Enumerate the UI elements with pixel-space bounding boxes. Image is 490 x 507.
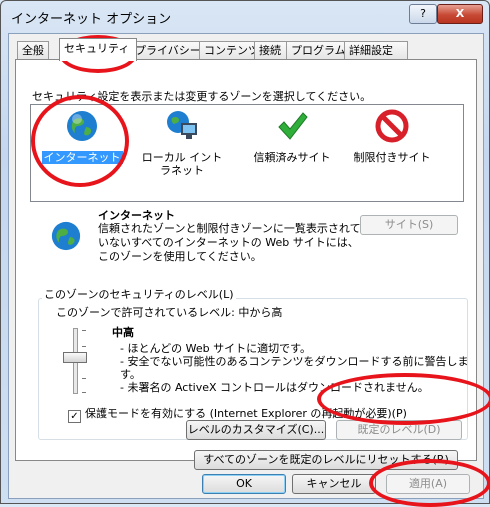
help-button[interactable]: ? (409, 4, 437, 24)
close-button[interactable]: X (437, 4, 483, 24)
default-level-button[interactable]: 既定のレベル(D) (336, 420, 462, 440)
level-desc-line: - 未署名の ActiveX コントロールはダウンロードされません。 (120, 381, 429, 394)
zone-trusted-sites-label: 信頼済みサイト (253, 151, 331, 164)
slider-tick (82, 392, 86, 393)
zone-heading: セキュリティ設定を表示または変更するゾーンを選択してください。 (32, 90, 372, 103)
checkmark-icon (278, 112, 308, 140)
security-level-slider-thumb[interactable] (63, 352, 87, 363)
selected-zone-globe-icon (51, 221, 81, 251)
cancel-button[interactable]: キャンセル (292, 474, 376, 494)
sites-button[interactable]: サイト(S) (360, 215, 458, 235)
tab-privacy[interactable]: プライバシー (130, 41, 208, 60)
slider-tick (82, 378, 86, 379)
security-level-group-label: このゾーンのセキュリティのレベル(L) (42, 286, 236, 302)
level-desc-line: - 安全でない可能性のあるコンテンツをダウンロードする前に警告します。 (120, 355, 469, 381)
tab-advanced[interactable]: 詳細設定 (344, 41, 408, 60)
security-level-name: 中高 (112, 326, 134, 339)
security-level-description: - ほとんどの Web サイトに適切です。 - 安全でない可能性のあるコンテンツ… (120, 342, 476, 394)
zone-local-intranet-label: ローカル イントラネット (141, 151, 223, 177)
zone-local-intranet[interactable]: ローカル イントラネット (137, 105, 227, 195)
selected-zone-description: 信頼されたゾーンと制限付きゾーンに一覧表示されていないすべてのインターネットの … (98, 222, 361, 263)
tab-content[interactable]: コンテンツ (199, 41, 261, 60)
no-entry-icon (375, 109, 409, 143)
protected-mode-checkbox[interactable]: ✓ (68, 410, 81, 423)
security-panel: セキュリティ設定を表示または変更するゾーンを選択してください。 インターネット (15, 59, 477, 470)
globe-icon (67, 111, 97, 141)
protected-mode-label: 保護モードを有効にする (Internet Explorer の再起動が必要)(… (85, 407, 407, 420)
ok-button[interactable]: OK (202, 474, 286, 494)
zone-internet[interactable]: インターネット (37, 105, 127, 195)
reset-all-zones-button[interactable]: すべてのゾーンを既定のレベルにリセットする(R) (194, 450, 458, 470)
internet-options-window: インターネット オプション ? X 全般 セキュリティ プライバシー コンテンツ… (0, 0, 490, 507)
tab-strip: 全般 セキュリティ プライバシー コンテンツ 接続 プログラム 詳細設定 (15, 38, 475, 61)
intranet-icon (167, 111, 197, 139)
tab-general[interactable]: 全般 (17, 41, 49, 60)
window-title: インターネット オプション (11, 12, 172, 27)
apply-button[interactable]: 適用(A) (386, 474, 470, 494)
dialog-client: 全般 セキュリティ プライバシー コンテンツ 接続 プログラム 詳細設定 セキュ… (8, 33, 484, 499)
slider-tick (82, 330, 86, 331)
zone-trusted-sites[interactable]: 信頼済みサイト (247, 105, 337, 195)
title-bar[interactable]: インターネット オプション ? X (7, 3, 483, 31)
custom-level-button[interactable]: レベルのカスタマイズ(C)... (186, 420, 326, 440)
tab-programs[interactable]: プログラム (286, 41, 350, 60)
tab-security[interactable]: セキュリティ (59, 38, 137, 61)
zone-restricted-sites[interactable]: 制限付きサイト (347, 105, 437, 195)
level-desc-line: - ほとんどの Web サイトに適切です。 (120, 342, 312, 355)
slider-tick (82, 346, 86, 347)
zone-restricted-sites-label: 制限付きサイト (353, 151, 431, 164)
allowed-levels: このゾーンで許可されているレベル: 中から高 (56, 306, 283, 319)
selected-zone-title: インターネット (98, 209, 175, 222)
zone-list: インターネット ローカル イントラネット 信頼済みサイト 制限付きサイト (30, 104, 464, 202)
zone-internet-label: インターネット (41, 151, 123, 164)
